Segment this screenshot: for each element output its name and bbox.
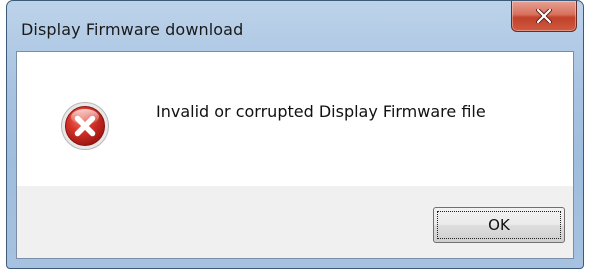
message-area: Invalid or corrupted Display Firmware fi… <box>17 52 573 186</box>
close-button[interactable] <box>511 1 577 32</box>
ok-button-label: OK <box>437 211 561 239</box>
error-icon <box>61 102 109 150</box>
dialog-window: Display Firmware download Invalid or cor… <box>6 0 584 269</box>
close-icon <box>536 9 552 23</box>
title-bar[interactable]: Display Firmware download <box>7 1 583 51</box>
error-message: Invalid or corrupted Display Firmware fi… <box>156 102 486 121</box>
dialog-body: Invalid or corrupted Display Firmware fi… <box>16 51 574 259</box>
window-title: Display Firmware download <box>21 20 244 39</box>
ok-button[interactable]: OK <box>433 207 565 243</box>
